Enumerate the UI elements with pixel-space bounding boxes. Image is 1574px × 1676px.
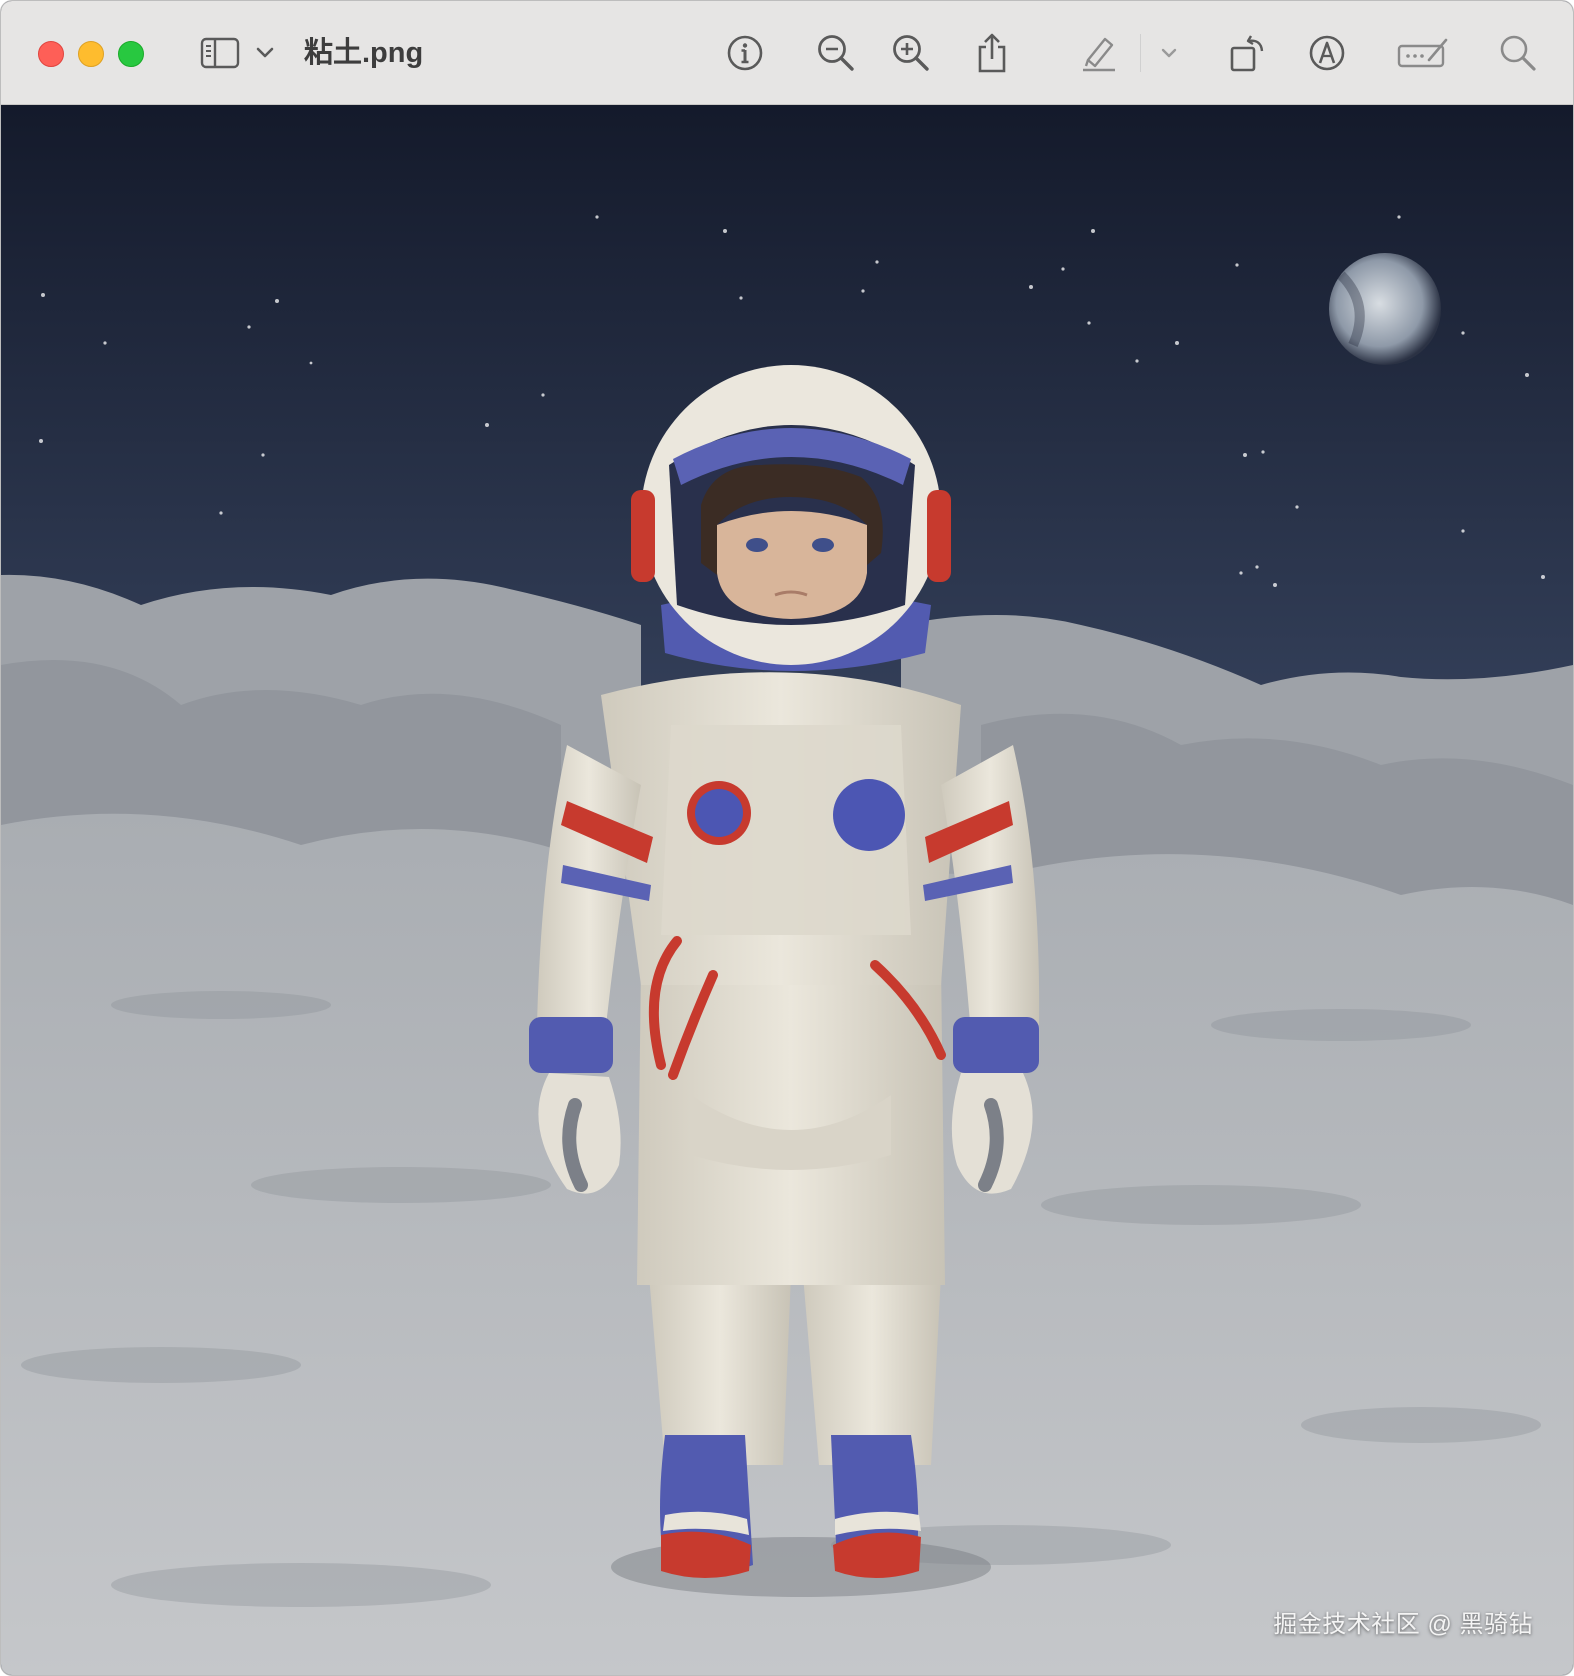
- markup-button[interactable]: [1307, 29, 1347, 77]
- form-icon: [1397, 36, 1449, 70]
- zoom-out-icon: [816, 33, 856, 73]
- toolbar-divider: [1140, 34, 1141, 72]
- zoom-button[interactable]: [118, 41, 144, 67]
- sidebar-menu-button[interactable]: [251, 29, 279, 77]
- share-icon: [975, 32, 1009, 74]
- close-button[interactable]: [38, 41, 64, 67]
- sidebar-icon: [200, 37, 240, 69]
- highlight-button[interactable]: [1079, 29, 1119, 77]
- rotate-icon: [1228, 32, 1268, 74]
- info-icon: [726, 34, 764, 72]
- markup-icon: [1308, 34, 1346, 72]
- highlight-menu-button[interactable]: [1156, 29, 1182, 77]
- image-viewer[interactable]: 掘金技术社区 @ 黑骑钻: [1, 105, 1573, 1675]
- form-fill-button[interactable]: [1397, 29, 1449, 77]
- astronaut-on-moon-image: [1, 105, 1573, 1675]
- zoom-out-button[interactable]: [815, 29, 857, 77]
- preview-window: 粘土.png 掘金技术社区 @ 黑骑钻: [0, 0, 1574, 1676]
- zoom-in-button[interactable]: [890, 29, 932, 77]
- watermark: 掘金技术社区 @ 黑骑钻: [1273, 1611, 1533, 1638]
- sidebar-toggle-button[interactable]: [197, 29, 243, 77]
- title-bar: 粘土.png: [1, 1, 1573, 105]
- info-button[interactable]: [725, 29, 765, 77]
- highlighter-icon: [1080, 33, 1118, 73]
- zoom-in-icon: [891, 33, 931, 73]
- chevron-down-icon: [1160, 47, 1178, 59]
- planet: [1329, 253, 1441, 365]
- search-button[interactable]: [1498, 29, 1538, 77]
- window-title: 粘土.png: [304, 37, 424, 69]
- share-button[interactable]: [973, 29, 1011, 77]
- search-icon: [1499, 34, 1537, 72]
- minimize-button[interactable]: [78, 41, 104, 67]
- chevron-down-icon: [255, 46, 275, 60]
- rotate-button[interactable]: [1227, 29, 1269, 77]
